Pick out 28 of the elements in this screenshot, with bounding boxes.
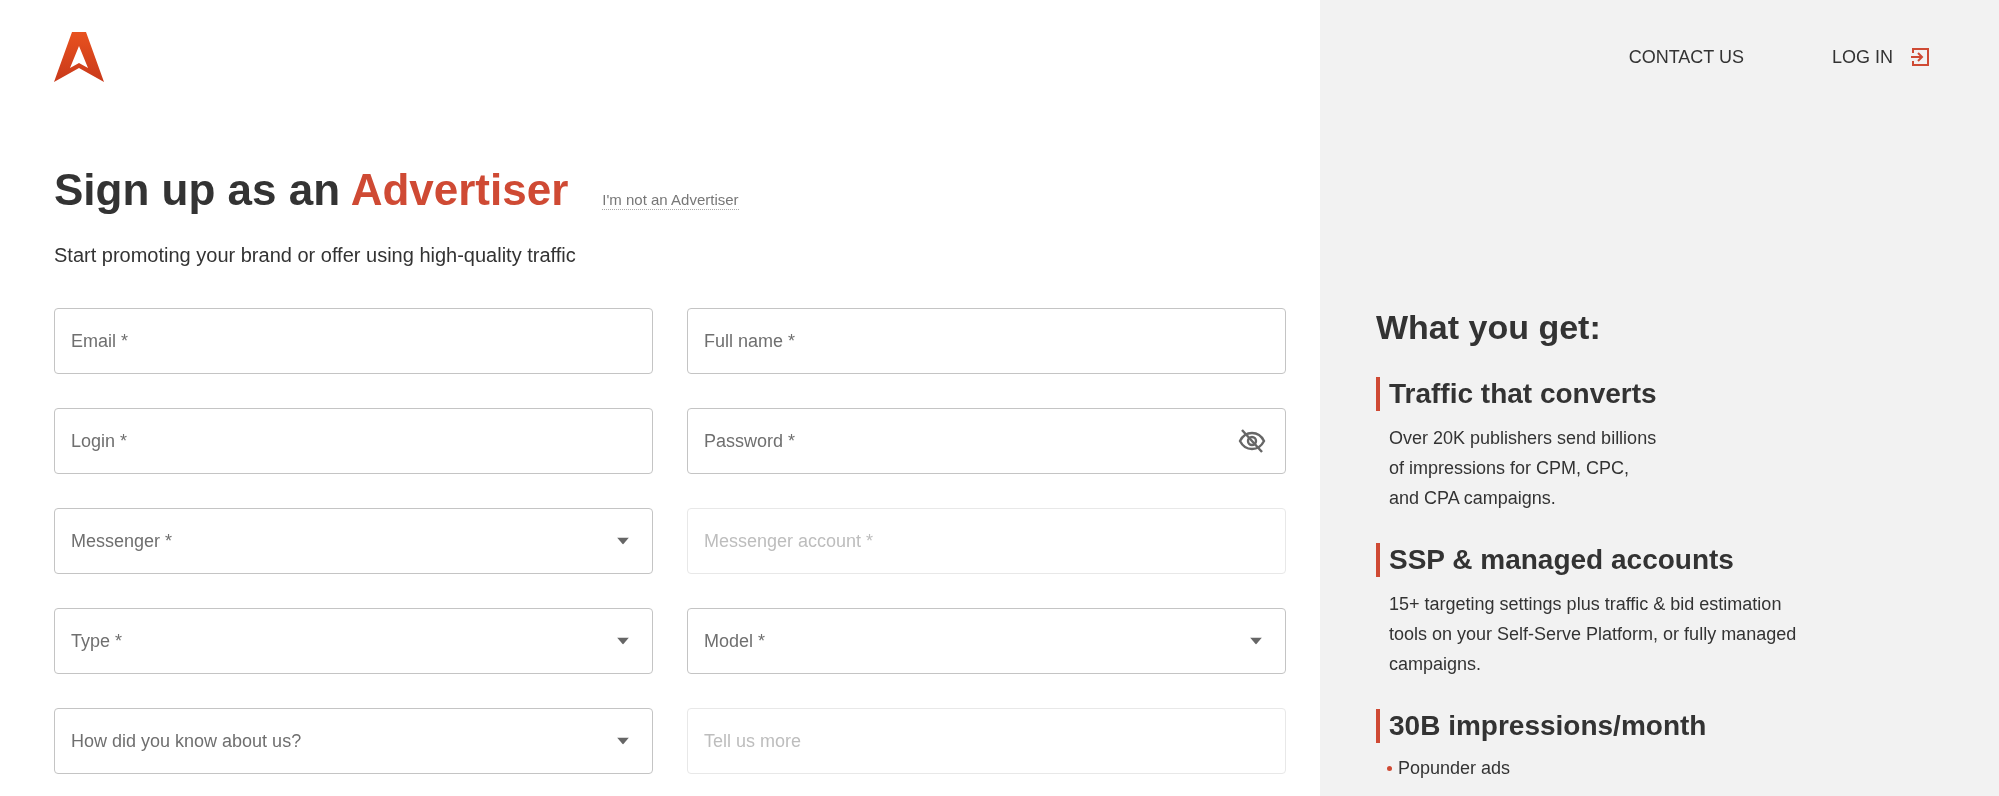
page-title: Sign up as an Advertiser	[54, 164, 569, 216]
benefit-heading: 30B impressions/month	[1376, 709, 1999, 743]
input-field[interactable]: Email *	[54, 308, 653, 374]
contact-link[interactable]: CONTACT US	[1628, 46, 1744, 68]
benefit-heading: Traffic that converts	[1376, 377, 1999, 411]
benefit-description: 15+ targeting settings plus traffic & bid estimation tools on your Self-Serve Platform, or fully managed campaigns.	[1389, 593, 1798, 676]
bullet-icon	[1387, 765, 1392, 771]
select-field[interactable]: Model *	[687, 608, 1286, 674]
benefit-heading: SSP & managed accounts	[1376, 543, 1999, 577]
bullet-text: Popunder ads	[1398, 757, 1511, 780]
benefit-description: Over 20K publishers send billions of impressions for CPM, CPC, and CPA campaigns.	[1389, 427, 1658, 510]
logo-icon[interactable]	[54, 32, 104, 82]
login-link[interactable]: LOG IN	[1832, 46, 1931, 68]
input-field[interactable]: Login *	[54, 408, 653, 474]
benefits-title: What you get:	[1376, 307, 1602, 347]
input-field[interactable]: Password *	[687, 408, 1286, 474]
input-field[interactable]: Full name *	[687, 308, 1286, 374]
caret-icon	[1250, 637, 1262, 645]
eye-off-icon[interactable]	[1238, 428, 1266, 454]
caret-icon	[617, 637, 629, 645]
caret-icon	[617, 537, 629, 545]
subtitle: Start promoting your brand or offer using high-quality traffic	[54, 243, 577, 268]
select-field[interactable]: Type *	[54, 608, 653, 674]
caret-icon	[617, 737, 629, 745]
login-icon	[1909, 46, 1931, 68]
switch-role-link[interactable]: I'm not an Advertiser	[602, 191, 739, 210]
select-field[interactable]: How did you know about us?	[54, 708, 653, 774]
select-field[interactable]: Messenger *	[54, 508, 653, 574]
